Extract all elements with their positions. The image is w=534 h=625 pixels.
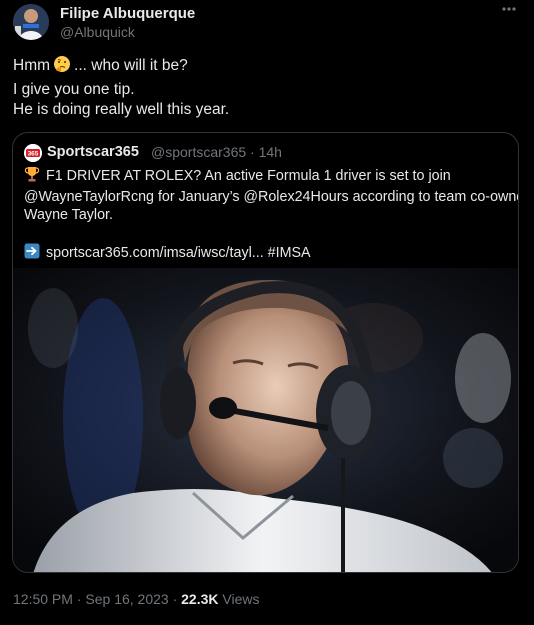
tweet[interactable]: Filipe Albuquerque @Albuquick Hmm... who… bbox=[0, 0, 534, 625]
quoted-handle-time[interactable]: @sportscar365 · 14h bbox=[151, 144, 282, 160]
quoted-line-3: Wayne Taylor. bbox=[24, 207, 113, 223]
tweet-meta: 12:50 PM · Sep 16, 2023 · 22.3K Views bbox=[13, 591, 259, 607]
quoted-link[interactable]: sportscar365.com/imsa/iwsc/tayl... #IMSA bbox=[46, 245, 311, 261]
quoted-spacer bbox=[24, 225, 512, 244]
quoted-line-2: @WayneTaylorRcng for January’s @Rolex24H… bbox=[24, 188, 519, 205]
quoted-link-line: sportscar365.com/imsa/iwsc/tayl... #IMSA bbox=[24, 243, 512, 265]
quoted-photo[interactable] bbox=[13, 268, 518, 572]
tweet-text: Hmm... who will it be? I give you one ti… bbox=[13, 55, 518, 121]
quoted-line-1: F1 DRIVER AT ROLEX? An active Formula 1 … bbox=[24, 166, 512, 188]
author-handle[interactable]: @Albuquick bbox=[60, 24, 135, 40]
right-arrow-emoji bbox=[24, 243, 40, 265]
views-count[interactable]: 22.3K bbox=[181, 591, 218, 607]
tweet-date[interactable]: Sep 16, 2023 bbox=[85, 591, 168, 607]
sportscar365-logo[interactable]: 365 bbox=[24, 144, 42, 162]
photo-image bbox=[13, 268, 518, 572]
author-avatar[interactable] bbox=[13, 4, 49, 40]
more-dots-icon bbox=[502, 7, 516, 11]
author-name[interactable]: Filipe Albuquerque bbox=[60, 5, 195, 22]
meta-separator: · bbox=[76, 591, 82, 607]
quoted-text: F1 DRIVER AT ROLEX? An active Formula 1 … bbox=[24, 166, 519, 265]
trophy-emoji bbox=[24, 166, 40, 188]
quoted-author-name[interactable]: Sportscar365 bbox=[47, 144, 139, 160]
logo-text: 365 bbox=[28, 150, 39, 157]
tweet-line-1: Hmm... who will it be? bbox=[13, 55, 518, 80]
tweet-line-2: I give you one tip. bbox=[13, 80, 135, 98]
quoted-tweet[interactable]: 365 Sportscar365 @sportscar365 · 14h F1 … bbox=[12, 132, 519, 573]
more-options-button[interactable] bbox=[498, 0, 520, 22]
thinking-face-emoji bbox=[53, 55, 71, 80]
tweet-line-3: He is doing really well this year. bbox=[13, 101, 230, 118]
views-label[interactable]: Views bbox=[222, 591, 259, 607]
meta-separator-2: · bbox=[172, 591, 178, 607]
tweet-time[interactable]: 12:50 PM bbox=[13, 591, 73, 607]
avatar-photo bbox=[13, 4, 49, 40]
